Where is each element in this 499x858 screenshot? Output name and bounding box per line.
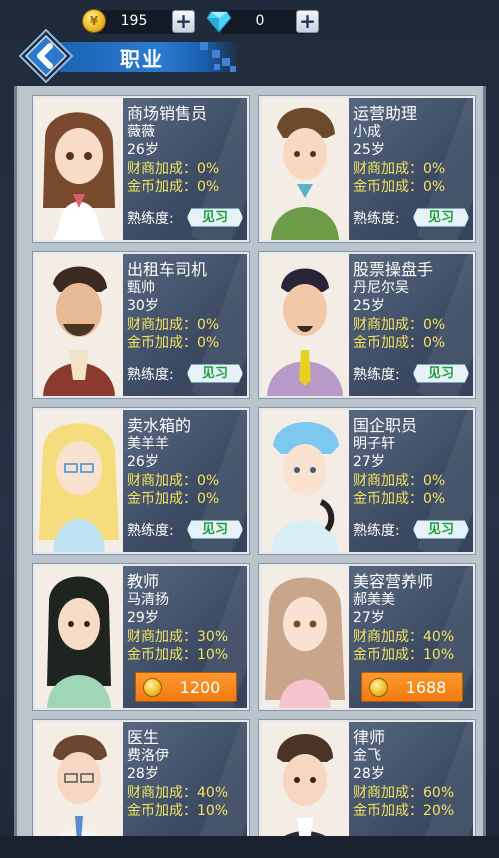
unlock-price: 1688 bbox=[405, 678, 447, 697]
portrait-ops-assistant bbox=[261, 98, 349, 240]
character-name: 明子轩 bbox=[353, 436, 395, 452]
character-name: 小成 bbox=[353, 124, 381, 140]
character-name: 郝美美 bbox=[353, 592, 395, 608]
gold-bonus: 金币加成：10% bbox=[353, 647, 455, 663]
character-age: 27岁 bbox=[353, 454, 385, 470]
character-age: 28岁 bbox=[353, 766, 385, 782]
gold-coin-icon bbox=[369, 678, 388, 697]
wealth-bonus: 财商加成：0% bbox=[353, 473, 446, 489]
character-age: 25岁 bbox=[353, 298, 385, 314]
proficiency-badge: 见习 bbox=[187, 520, 243, 539]
gold-bonus: 金币加成：0% bbox=[353, 179, 446, 195]
portrait-soe-employee bbox=[261, 410, 349, 552]
gold-value: 195 bbox=[120, 13, 148, 29]
bottom-bar bbox=[0, 836, 499, 858]
job-card-stock-trader[interactable]: 股票操盘手 丹尼尔吴 25岁 财商加成：0% 金币加成：0% 熟练度: 见习 bbox=[259, 252, 475, 398]
diamond-value: 0 bbox=[255, 13, 265, 29]
wealth-bonus: 财商加成：0% bbox=[127, 473, 220, 489]
character-age: 25岁 bbox=[353, 142, 385, 158]
wealth-bonus: 财商加成：0% bbox=[353, 317, 446, 333]
add-gold-button[interactable]: + bbox=[172, 10, 195, 33]
proficiency-label: 熟练度: bbox=[127, 367, 174, 383]
proficiency-label: 熟练度: bbox=[127, 523, 174, 539]
wealth-bonus: 财商加成：0% bbox=[127, 317, 220, 333]
character-name: 丹尼尔吴 bbox=[353, 280, 409, 296]
job-card-teacher[interactable]: 教师 马清扬 29岁 财商加成：30% 金币加成：10% 1200 bbox=[33, 564, 249, 710]
gold-bonus: 金币加成：0% bbox=[127, 491, 220, 507]
proficiency-badge: 见习 bbox=[413, 520, 469, 539]
character-name: 金飞 bbox=[353, 748, 381, 764]
proficiency-label: 熟练度: bbox=[127, 211, 174, 227]
character-age: 26岁 bbox=[127, 454, 159, 470]
proficiency-badge: 见习 bbox=[187, 364, 243, 383]
portrait-water-seller bbox=[35, 410, 123, 552]
unlock-price: 1200 bbox=[179, 678, 221, 697]
proficiency-badge: 见习 bbox=[187, 208, 243, 227]
portrait-teacher bbox=[35, 566, 123, 708]
character-age: 26岁 bbox=[127, 142, 159, 158]
proficiency-label: 熟练度: bbox=[353, 523, 400, 539]
proficiency-label: 熟练度: bbox=[353, 367, 400, 383]
job-card-beauty-nutritionist[interactable]: 美容营养师 郝美美 27岁 财商加成：40% 金币加成：10% 1688 bbox=[259, 564, 475, 710]
job-card-doctor[interactable]: 医生 费洛伊 28岁 财商加成：40% 金币加成：10% bbox=[33, 720, 249, 846]
wealth-bonus: 财商加成：0% bbox=[353, 161, 446, 177]
portrait-sales bbox=[35, 98, 123, 240]
resource-bar: ¥ 195 + 0 + bbox=[0, 0, 499, 44]
gold-bonus: 金币加成：20% bbox=[353, 803, 455, 819]
proficiency-badge: 见习 bbox=[413, 364, 469, 383]
gold-coin-icon bbox=[143, 678, 162, 697]
unlock-price-button[interactable]: 1688 bbox=[361, 672, 463, 702]
character-age: 30岁 bbox=[127, 298, 159, 314]
gold-bonus: 金币加成：0% bbox=[127, 335, 220, 351]
portrait-taxi-driver bbox=[35, 254, 123, 396]
job-card-taxi-driver[interactable]: 出租车司机 甄帅 30岁 财商加成：0% 金币加成：0% 熟练度: 见习 bbox=[33, 252, 249, 398]
gold-bonus: 金币加成：10% bbox=[127, 647, 229, 663]
character-age: 29岁 bbox=[127, 610, 159, 626]
character-age: 28岁 bbox=[127, 766, 159, 782]
proficiency-badge: 见习 bbox=[413, 208, 469, 227]
job-card-water-seller[interactable]: 卖水箱的 美羊羊 26岁 财商加成：0% 金币加成：0% 熟练度: 见习 bbox=[33, 408, 249, 554]
portrait-beauty-nutritionist bbox=[261, 566, 349, 708]
gold-bonus: 金币加成：0% bbox=[127, 179, 220, 195]
portrait-stock-trader bbox=[261, 254, 349, 396]
job-screen: ¥ 195 + 0 + 职业 商场销售员 薇薇 26岁 财商加成：0% 金币加成… bbox=[0, 0, 499, 858]
portrait-lawyer bbox=[261, 722, 349, 846]
gold-coin-icon: ¥ bbox=[82, 9, 106, 33]
gold-bonus: 金币加成：0% bbox=[353, 491, 446, 507]
character-name: 薇薇 bbox=[127, 124, 155, 140]
character-name: 马清扬 bbox=[127, 592, 169, 608]
gold-bonus: 金币加成：10% bbox=[127, 803, 229, 819]
wealth-bonus: 财商加成：60% bbox=[353, 785, 455, 801]
character-age: 27岁 bbox=[353, 610, 385, 626]
diamond-icon bbox=[206, 11, 232, 33]
job-card-ops-assistant[interactable]: 运营助理 小成 25岁 财商加成：0% 金币加成：0% 熟练度: 见习 bbox=[259, 96, 475, 242]
unlock-price-button[interactable]: 1200 bbox=[135, 672, 237, 702]
job-card-lawyer[interactable]: 律师 金飞 28岁 财商加成：60% 金币加成：20% bbox=[259, 720, 475, 846]
job-card-sales[interactable]: 商场销售员 薇薇 26岁 财商加成：0% 金币加成：0% 熟练度: 见习 bbox=[33, 96, 249, 242]
proficiency-label: 熟练度: bbox=[353, 211, 400, 227]
page-title: 职业 bbox=[120, 47, 164, 71]
wealth-bonus: 财商加成：30% bbox=[127, 629, 229, 645]
gold-bonus: 金币加成：0% bbox=[353, 335, 446, 351]
back-button[interactable] bbox=[18, 28, 74, 84]
wealth-bonus: 财商加成：0% bbox=[127, 161, 220, 177]
character-name: 甄帅 bbox=[127, 280, 155, 296]
job-card-soe-employee[interactable]: 国企职员 明子轩 27岁 财商加成：0% 金币加成：0% 熟练度: 见习 bbox=[259, 408, 475, 554]
character-name: 费洛伊 bbox=[127, 748, 169, 764]
wealth-bonus: 财商加成：40% bbox=[353, 629, 455, 645]
job-list-panel[interactable]: 商场销售员 薇薇 26岁 财商加成：0% 金币加成：0% 熟练度: 见习 运营助… bbox=[14, 86, 486, 846]
wealth-bonus: 财商加成：40% bbox=[127, 785, 229, 801]
add-diamond-button[interactable]: + bbox=[296, 10, 319, 33]
portrait-doctor bbox=[35, 722, 123, 846]
character-name: 美羊羊 bbox=[127, 436, 169, 452]
